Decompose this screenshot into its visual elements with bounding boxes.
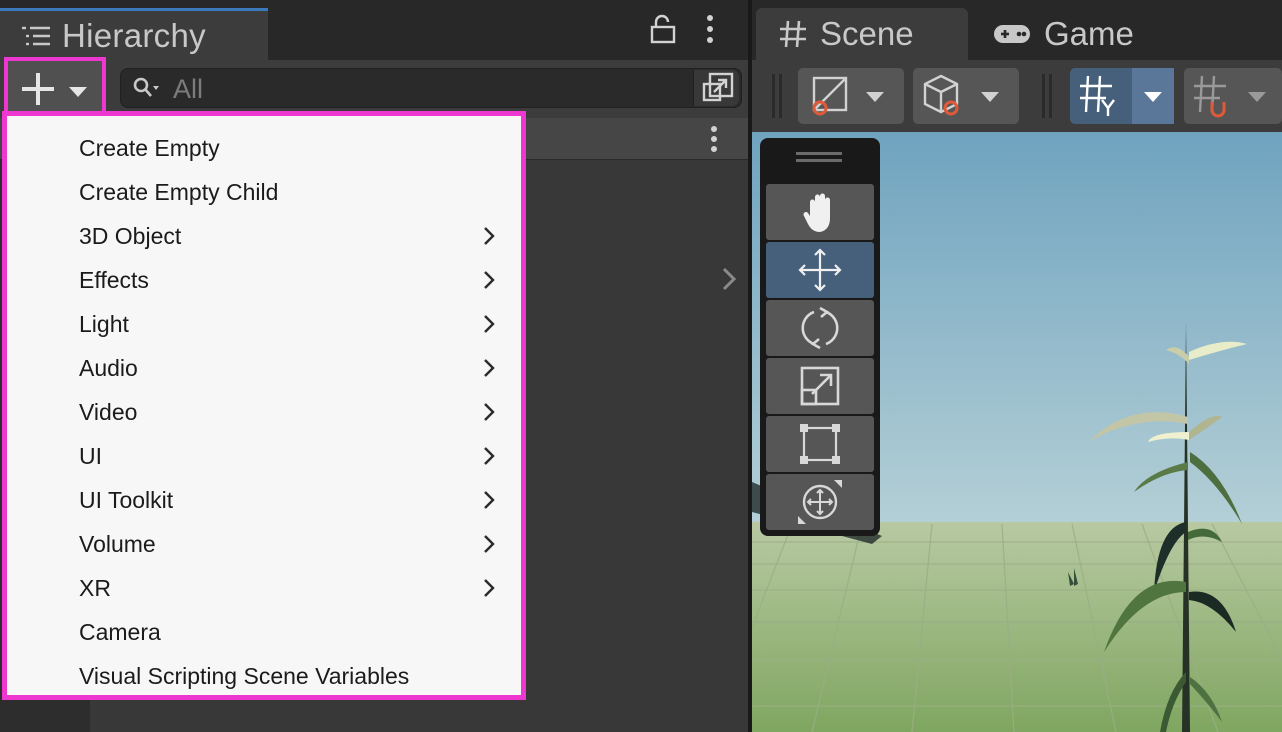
submenu-arrow-icon xyxy=(484,403,495,421)
menu-item-effects[interactable]: Effects xyxy=(7,258,521,302)
menu-item-label: Create Empty Child xyxy=(79,178,279,205)
toolbar-grip[interactable] xyxy=(772,74,782,118)
hierarchy-tab-bar: Hierarchy xyxy=(0,0,748,60)
menu-item-video[interactable]: Video xyxy=(7,390,521,434)
submenu-arrow-icon xyxy=(484,579,495,597)
expand-arrow-icon[interactable] xyxy=(720,266,738,292)
rotate-tool[interactable] xyxy=(766,300,874,356)
menu-item-visual-scripting-scene-variables[interactable]: Visual Scripting Scene Variables xyxy=(7,654,521,698)
cube-icon xyxy=(923,74,999,116)
tab-game[interactable]: Game xyxy=(978,8,1198,60)
submenu-arrow-icon xyxy=(484,491,495,509)
scene-panel: Scene Game xyxy=(752,0,1282,732)
move-tool[interactable] xyxy=(766,242,874,298)
search-icon xyxy=(133,77,159,97)
submenu-arrow-icon xyxy=(484,271,495,289)
menu-item-label: UI Toolkit xyxy=(79,486,174,513)
rect-tool[interactable] xyxy=(766,416,874,472)
menu-item-ui[interactable]: UI xyxy=(7,434,521,478)
menu-item-label: UI xyxy=(79,442,102,469)
scene-tab-bar: Scene Game xyxy=(752,0,1282,60)
lock-icon[interactable] xyxy=(650,14,676,44)
scene-toolbar xyxy=(752,60,1282,132)
menu-item-label: Effects xyxy=(79,266,149,293)
tools-overlay xyxy=(760,138,880,536)
hierarchy-tab[interactable]: Hierarchy xyxy=(0,8,268,60)
move-arrows-icon xyxy=(798,248,842,292)
menu-item-label: Visual Scripting Scene Variables xyxy=(79,662,410,689)
rect-transform-icon xyxy=(800,424,840,464)
submenu-arrow-icon xyxy=(484,227,495,245)
create-menu: Create Empty Create Empty Child 3D Objec… xyxy=(2,111,526,700)
menu-item-label: Video xyxy=(79,398,138,425)
list-icon xyxy=(22,26,50,45)
menu-item-label: 3D Object xyxy=(79,222,182,249)
menu-item-audio[interactable]: Audio xyxy=(7,346,521,390)
submenu-arrow-icon xyxy=(484,315,495,333)
hash-icon xyxy=(780,20,806,48)
submenu-arrow-icon xyxy=(484,535,495,553)
draw-mode-icon xyxy=(812,76,884,116)
tab-scene[interactable]: Scene xyxy=(756,8,968,60)
snap-magnet-icon xyxy=(1194,75,1266,118)
scale-icon xyxy=(800,366,840,406)
menu-item-3d-object[interactable]: 3D Object xyxy=(7,214,521,258)
menu-item-create-empty-child[interactable]: Create Empty Child xyxy=(7,170,521,214)
grid-snap-dropdown[interactable] xyxy=(1070,68,1174,124)
grid-y-icon xyxy=(1080,68,1174,124)
menu-item-label: Light xyxy=(79,310,129,337)
menu-item-volume[interactable]: Volume xyxy=(7,522,521,566)
overlay-drag-handle[interactable] xyxy=(796,152,842,162)
menu-item-label: XR xyxy=(79,574,111,601)
plus-dropdown-icon xyxy=(22,73,87,105)
search-field[interactable]: All xyxy=(120,68,742,108)
menu-item-label: Camera xyxy=(79,618,161,645)
submenu-arrow-icon xyxy=(484,447,495,465)
rotate-icon xyxy=(801,306,839,350)
submenu-arrow-icon xyxy=(484,359,495,377)
transform-tool[interactable] xyxy=(766,474,874,530)
gamepad-icon xyxy=(994,25,1030,43)
scale-tool[interactable] xyxy=(766,358,874,414)
menu-item-label: Volume xyxy=(79,530,156,557)
add-object-button[interactable] xyxy=(4,57,106,115)
expand-icon xyxy=(702,72,734,102)
tab-scene-label: Scene xyxy=(820,15,914,52)
gizmo-dropdown[interactable] xyxy=(913,68,1019,124)
snap-settings-dropdown[interactable] xyxy=(1184,68,1282,124)
menu-item-camera[interactable]: Camera xyxy=(7,610,521,654)
draw-mode-dropdown[interactable] xyxy=(798,68,904,124)
menu-item-label: Audio xyxy=(79,354,138,381)
search-placeholder: All xyxy=(173,74,204,104)
scene-row-menu-icon[interactable] xyxy=(706,124,722,154)
menu-item-light[interactable]: Light xyxy=(7,302,521,346)
menu-item-create-empty[interactable]: Create Empty xyxy=(7,126,521,170)
toolbar-grip[interactable] xyxy=(1042,74,1052,118)
menu-item-xr[interactable]: XR xyxy=(7,566,521,610)
hand-tool[interactable] xyxy=(766,184,874,240)
transform-icon xyxy=(798,480,842,524)
hand-icon xyxy=(803,193,830,232)
hierarchy-title: Hierarchy xyxy=(62,16,206,54)
tab-game-label: Game xyxy=(1044,15,1134,52)
menu-item-ui-toolkit[interactable]: UI Toolkit xyxy=(7,478,521,522)
more-options-icon[interactable] xyxy=(700,14,720,44)
menu-item-label: Create Empty xyxy=(79,134,220,161)
search-expand-button[interactable] xyxy=(693,70,739,106)
